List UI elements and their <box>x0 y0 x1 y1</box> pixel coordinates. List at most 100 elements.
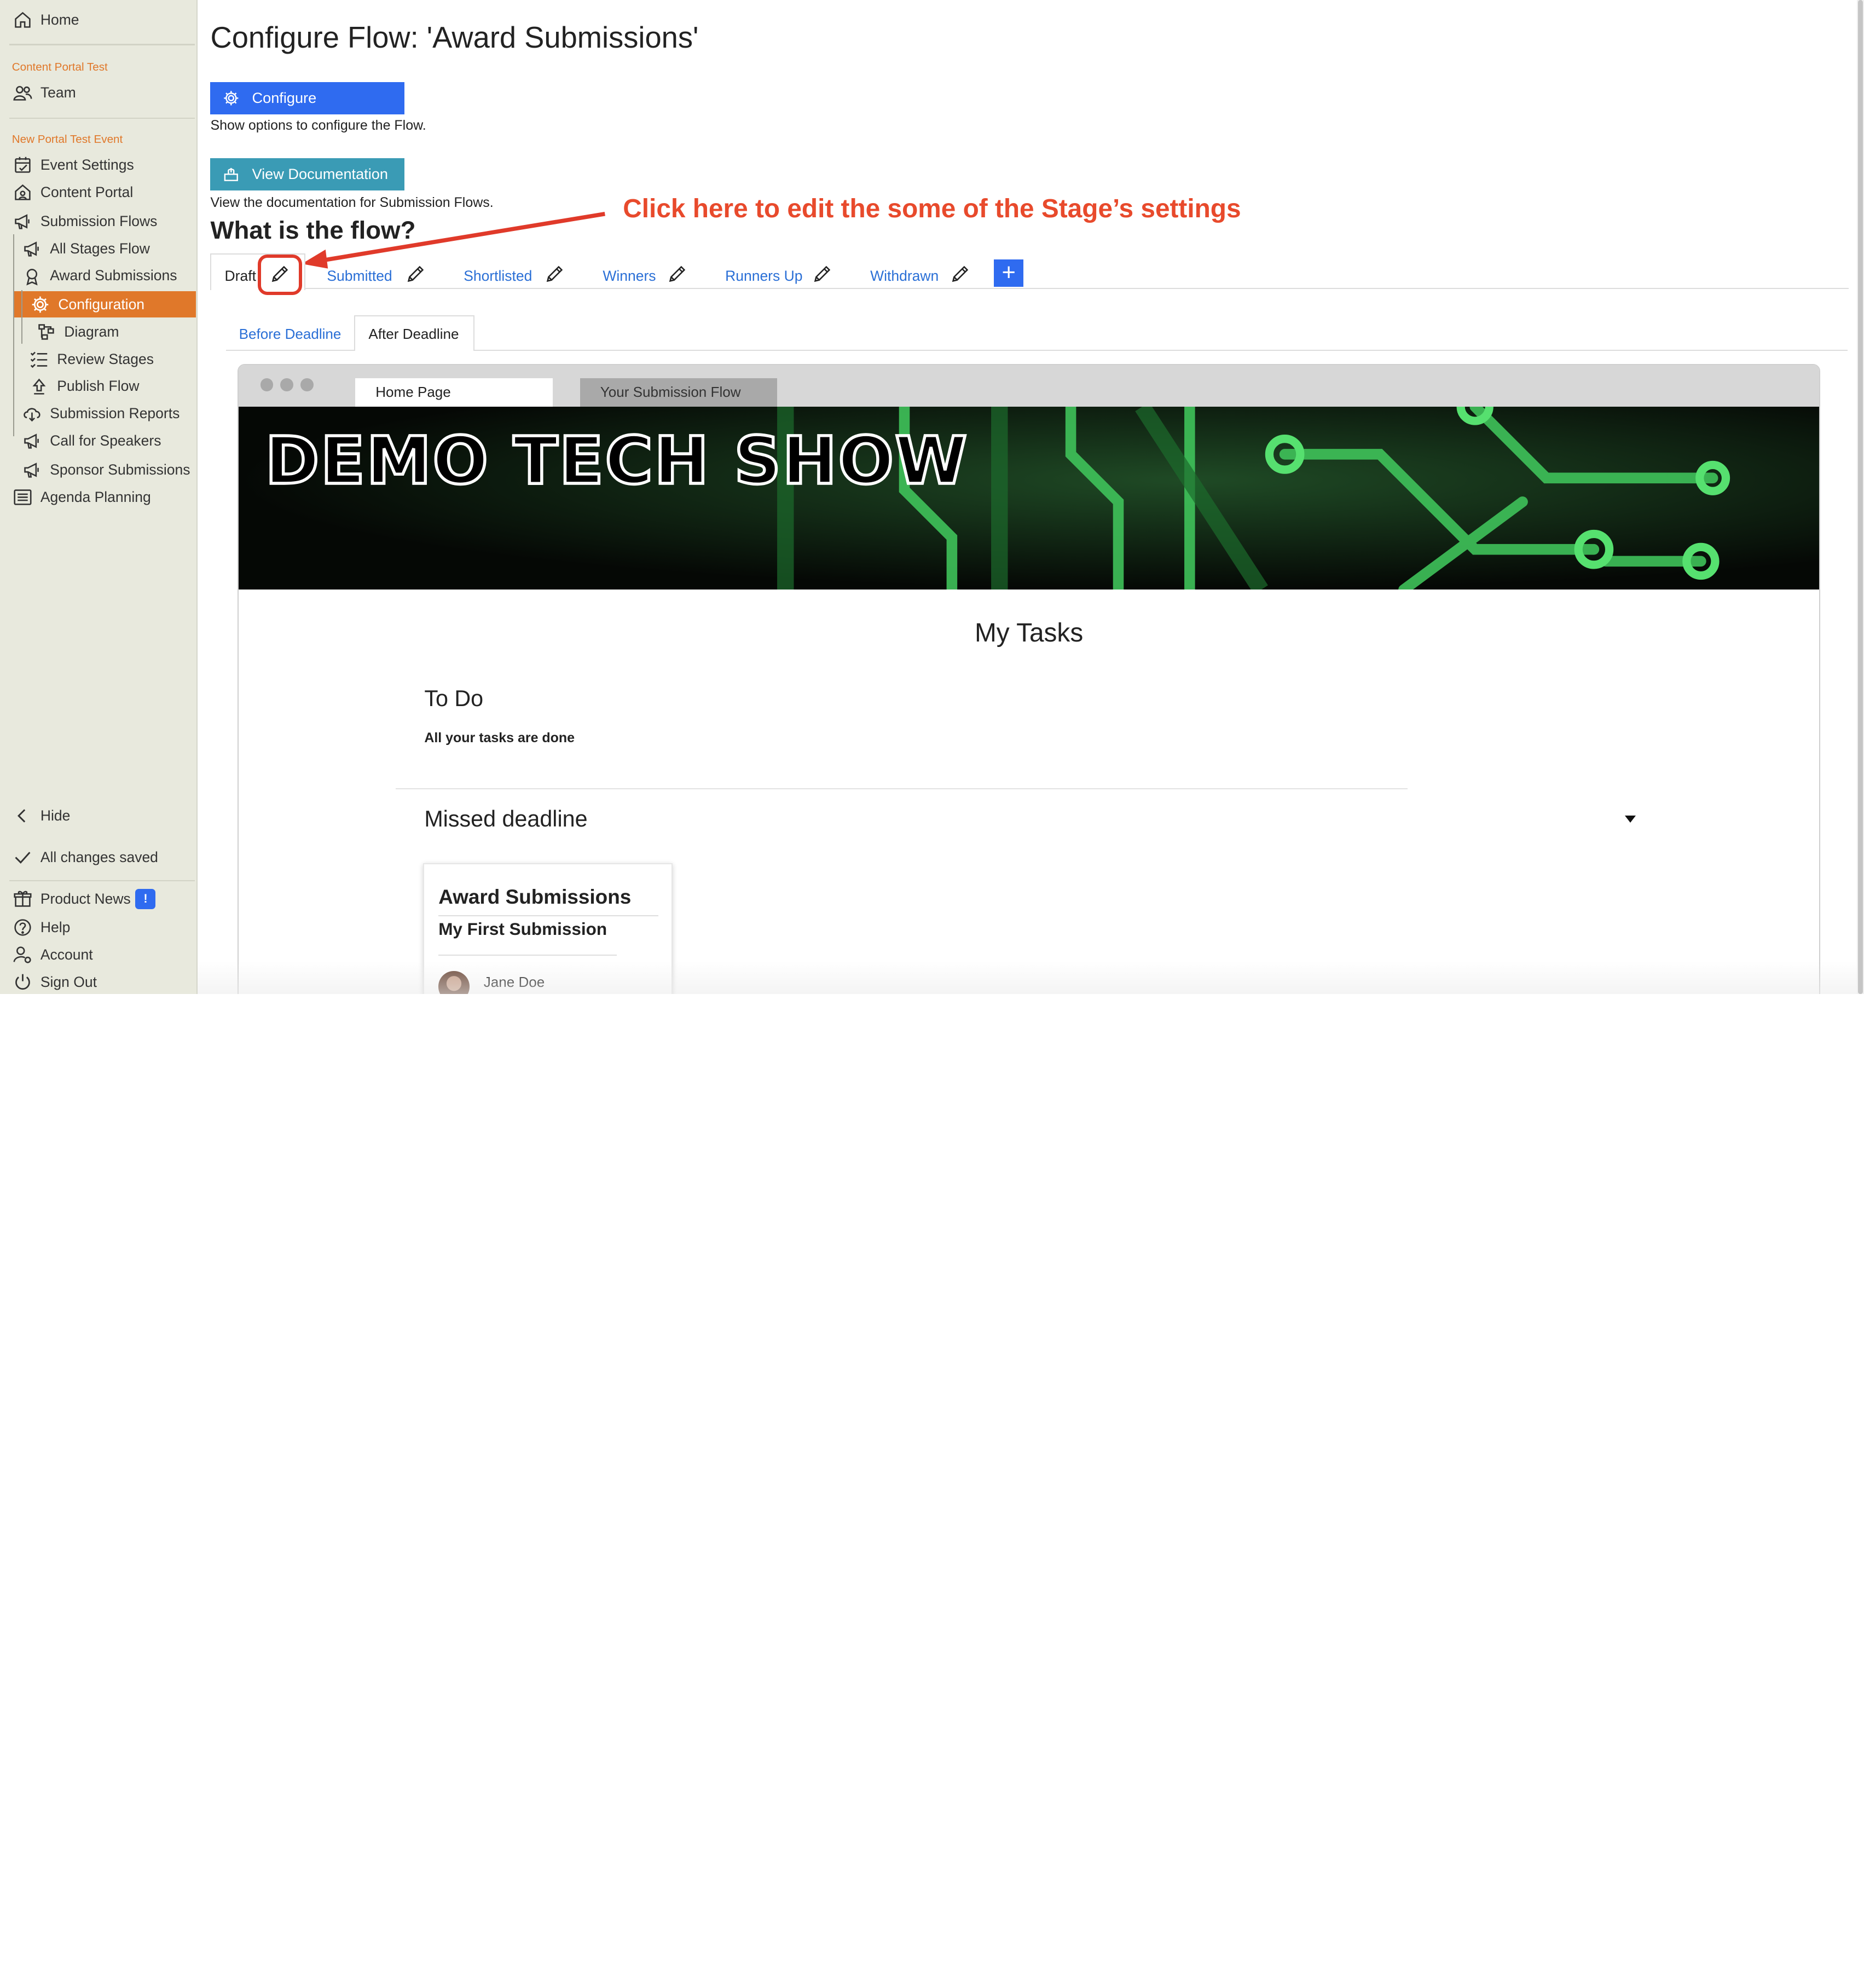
annotation-arrow <box>302 212 606 269</box>
sidebar-item-home[interactable]: Home <box>12 8 79 32</box>
documentation-icon <box>224 167 239 181</box>
tab-before-deadline[interactable]: Before Deadline <box>239 326 341 343</box>
configure-button-label: Configure <box>252 89 317 107</box>
tab-winners[interactable]: Winners <box>603 268 656 285</box>
tab-submitted[interactable]: Submitted <box>327 268 392 285</box>
sidebar-item-event-settings[interactable]: Event Settings <box>12 153 134 177</box>
sidebar-item-sign-out[interactable]: Sign Out <box>12 970 97 994</box>
tab-runners-up[interactable]: Runners Up <box>725 268 802 285</box>
sidebar-item-publish-flow[interactable]: Publish Flow <box>28 374 139 398</box>
divider <box>9 118 195 119</box>
tab-withdrawn[interactable]: Withdrawn <box>870 268 939 285</box>
section-divider <box>396 788 1408 790</box>
sidebar-item-help[interactable]: Help <box>12 916 71 939</box>
edit-withdrawn-pencil-icon[interactable] <box>950 264 970 284</box>
sidebar-item-label: Publish Flow <box>57 378 140 395</box>
sidebar-item-configuration[interactable]: Configuration <box>30 292 144 316</box>
configure-help-text: Show options to configure the Flow. <box>210 118 426 134</box>
annotation-callout: Click here to edit the some of the Stage… <box>623 194 1241 224</box>
home-icon <box>12 9 33 31</box>
download-cloud-icon <box>21 403 43 424</box>
agenda-icon <box>12 486 33 507</box>
sidebar-item-label: Submission Flows <box>40 212 158 229</box>
add-stage-button[interactable]: + <box>994 259 1024 287</box>
list-check-icon <box>28 348 50 369</box>
megaphone-icon <box>21 430 43 452</box>
caret-down-icon[interactable] <box>1625 816 1636 823</box>
sidebar-item-label: Diagram <box>64 323 119 340</box>
my-tasks-heading: My Tasks <box>974 619 1084 648</box>
notification-badge: ! <box>135 888 156 909</box>
sidebar-item-submission-reports[interactable]: Submission Reports <box>21 402 180 425</box>
page-title: Configure Flow: 'Award Submissions' <box>210 20 699 54</box>
portal-preview-window: Home Page Your Submission Flow DEMO TECH… <box>238 363 1820 995</box>
megaphone-icon <box>21 238 43 259</box>
edit-runners-up-pencil-icon[interactable] <box>812 264 832 284</box>
sidebar-item-label: Sponsor Submissions <box>50 461 190 478</box>
sidebar-item-label: Submission Reports <box>50 405 180 422</box>
sidebar-item-review-stages[interactable]: Review Stages <box>28 347 154 371</box>
sidebar-item-product-news[interactable]: Product News ! <box>12 887 156 911</box>
megaphone-icon <box>12 210 33 232</box>
todo-empty-text: All your tasks are done <box>424 730 575 746</box>
team-icon <box>12 82 33 103</box>
sidebar-item-submission-flows[interactable]: Submission Flows <box>12 209 158 233</box>
card-flow-title: Award Submissions <box>438 886 632 908</box>
save-status: All changes saved <box>12 846 158 869</box>
tab-after-deadline[interactable]: After Deadline <box>368 326 459 343</box>
window-dot <box>260 378 274 391</box>
divider <box>9 880 195 881</box>
edit-shortlisted-pencil-icon[interactable] <box>545 264 565 284</box>
chevron-left-icon <box>12 805 33 827</box>
preview-tab-home-page[interactable]: Home Page <box>355 378 553 407</box>
edit-winners-pencil-icon[interactable] <box>667 264 687 284</box>
preview-tab-submission-flow[interactable]: Your Submission Flow <box>580 378 778 407</box>
sidebar-item-account[interactable]: Account <box>12 943 93 967</box>
sidebar-item-label: Review Stages <box>57 350 154 367</box>
card-divider <box>438 955 617 956</box>
card-author-name: Jane Doe <box>483 973 545 990</box>
sidebar-item-content-portal[interactable]: Content Portal <box>12 181 133 204</box>
sidebar-item-label: Agenda Planning <box>40 488 151 505</box>
scrollbar-thumb[interactable] <box>1858 0 1863 995</box>
section-label: Content Portal Test <box>11 60 108 73</box>
sidebar-item-label: Help <box>40 918 71 935</box>
sidebar-item-label: Home <box>40 11 79 28</box>
sidebar-item-label: Product News <box>40 890 131 907</box>
tab-shortlisted[interactable]: Shortlisted <box>464 268 532 285</box>
hide-label: Hide <box>40 807 71 824</box>
sidebar-item-sponsor-submissions[interactable]: Sponsor Submissions <box>21 458 190 481</box>
highlight-ring <box>258 254 302 295</box>
submission-card[interactable]: Award Submissions My First Submission Ja… <box>423 863 673 995</box>
sidebar-item-diagram[interactable]: Diagram <box>36 320 119 343</box>
card-submission-title: My First Submission <box>438 918 607 939</box>
stage-tabs-border <box>210 287 1849 289</box>
scrollbar[interactable] <box>1857 0 1864 995</box>
sidebar-item-call-for-speakers[interactable]: Call for Speakers <box>21 429 161 453</box>
sidebar-item-label: Award Submissions <box>50 267 177 284</box>
event-banner-title: DEMO TECH SHOW <box>264 421 969 500</box>
account-settings-icon <box>12 944 33 966</box>
power-icon <box>12 972 33 993</box>
gear-icon <box>30 294 51 315</box>
award-icon <box>21 265 43 286</box>
sidebar-item-team[interactable]: Team <box>12 81 76 105</box>
sidebar-item-label: Sign Out <box>40 973 97 990</box>
sidebar-item-agenda-planning[interactable]: Agenda Planning <box>12 485 151 508</box>
sidebar-item-all-stages-flow[interactable]: All Stages Flow <box>21 236 150 260</box>
missed-deadline-heading: Missed deadline <box>424 806 588 831</box>
publish-icon <box>28 375 50 397</box>
view-documentation-button[interactable]: View Documentation <box>210 158 404 190</box>
sidebar: Home Content Portal Test Team New Portal… <box>0 0 198 995</box>
window-dot <box>300 378 314 391</box>
configure-button[interactable]: Configure <box>210 82 404 114</box>
edit-submitted-pencil-icon[interactable] <box>406 264 426 284</box>
check-icon <box>12 847 33 868</box>
save-status-label: All changes saved <box>40 848 158 865</box>
event-banner: DEMO TECH SHOW <box>239 406 1819 590</box>
sidebar-item-award-submissions[interactable]: Award Submissions <box>21 264 177 287</box>
hide-sidebar-button[interactable]: Hide <box>12 804 71 827</box>
app-window: Home Content Portal Test Team New Portal… <box>0 0 1864 995</box>
tab-draft[interactable]: Draft <box>225 268 256 285</box>
preview-browser-chrome: Home Page Your Submission Flow <box>239 365 1819 407</box>
